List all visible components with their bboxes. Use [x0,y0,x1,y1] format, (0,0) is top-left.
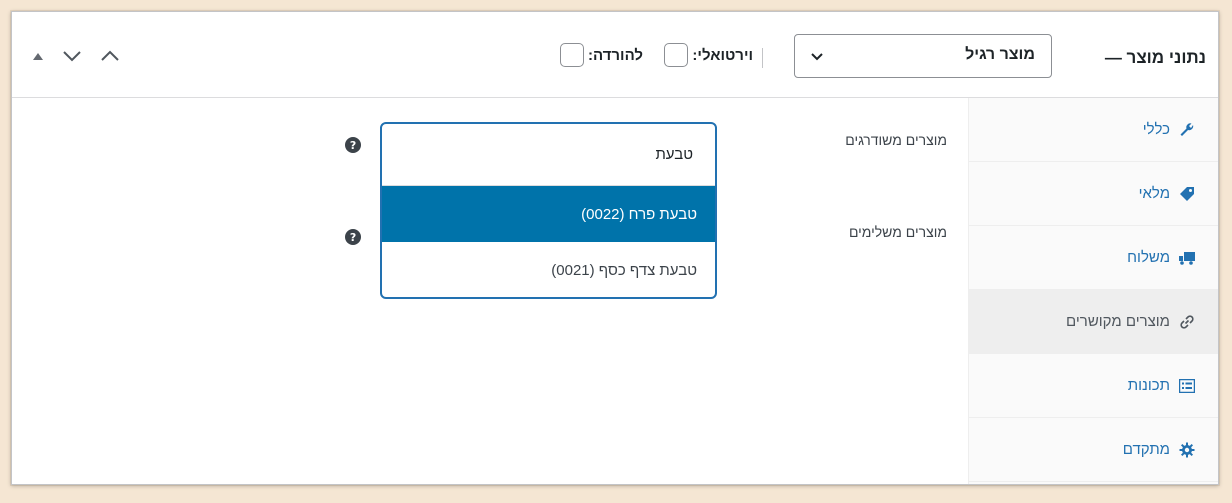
virtual-checkbox[interactable] [664,43,689,67]
list-icon [1178,377,1196,395]
wrench-icon [1178,121,1196,139]
chevron-down-icon [809,48,825,64]
product-data-tabs: כללי מלאי משלוח מוצרים מקושרים תכונות מת… [968,98,1218,484]
virtual-option[interactable]: וירטואלי: [664,40,753,70]
panel-handle-actions [32,44,120,68]
product-data-panel: נתוני מוצר — מוצר רגיל וירטואלי: להורדה: [11,11,1219,485]
move-down-icon[interactable] [62,49,82,63]
tab-attributes[interactable]: תכונות [969,354,1218,418]
tab-shipping[interactable]: משלוח [969,226,1218,290]
header-divider [762,48,763,68]
downloadable-option[interactable]: להורדה: [560,40,643,70]
gear-icon [1178,441,1196,459]
product-type-select[interactable]: מוצר רגיל [794,34,1052,78]
search-result-option[interactable]: טבעת פרח (0022) [382,186,715,242]
tab-inventory-label: מלאי [1138,185,1170,202]
product-search-input[interactable]: טבעת [382,124,715,186]
toggle-panel-icon[interactable] [32,51,44,61]
virtual-label: וירטואלי: [692,46,753,64]
truck-icon [1178,249,1196,267]
tab-linked-products-label: מוצרים מקושרים [1066,313,1170,330]
tab-advanced-label: מתקדם [1122,441,1170,458]
tab-general-label: כללי [1142,121,1170,138]
tab-advanced[interactable]: מתקדם [969,418,1218,482]
downloadable-label: להורדה: [588,46,643,64]
tab-linked-products[interactable]: מוצרים מקושרים [969,290,1218,354]
product-search-dropdown: טבעת טבעת פרח (0022) טבעת צדף כסף (0021) [380,122,717,299]
upsells-label: מוצרים משודרגים [845,132,947,148]
cross-sells-label: מוצרים משלימים [848,224,947,240]
tag-icon [1178,185,1196,203]
move-up-icon[interactable] [100,49,120,63]
tab-general[interactable]: כללי [969,98,1218,162]
tab-inventory[interactable]: מלאי [969,162,1218,226]
search-result-option[interactable]: טבעת צדף כסף (0021) [382,242,715,297]
help-tip-icon[interactable]: ? [345,137,361,153]
tab-shipping-label: משלוח [1127,249,1170,266]
panel-title: נתוני מוצר — [1104,48,1206,67]
panel-header: נתוני מוצר — מוצר רגיל וירטואלי: להורדה: [12,12,1218,98]
downloadable-checkbox[interactable] [560,43,584,67]
help-tip-icon[interactable]: ? [345,229,361,245]
tab-attributes-label: תכונות [1127,377,1170,394]
link-icon [1178,313,1196,331]
product-type-value: מוצר רגיל [965,46,1035,63]
